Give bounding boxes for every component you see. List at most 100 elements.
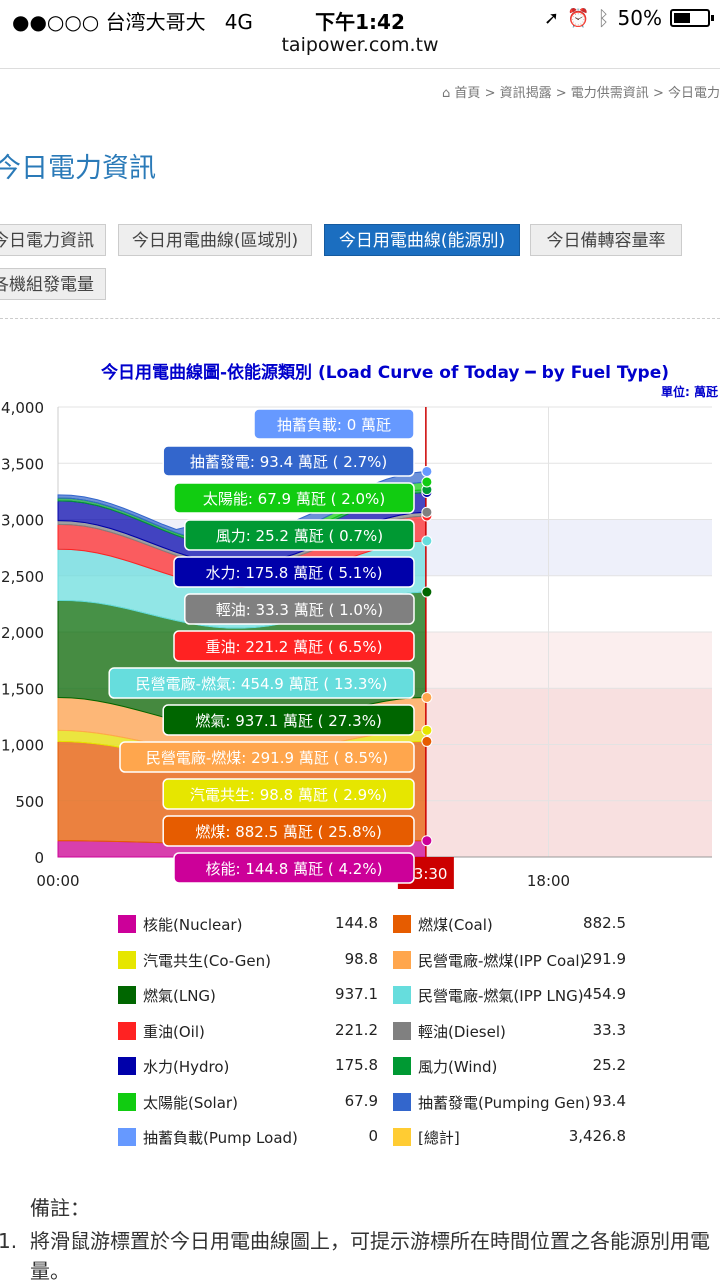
y-tick-label: 500: [15, 793, 44, 811]
data-point: [421, 465, 433, 477]
battery-icon: [670, 9, 714, 27]
legend-swatch: [393, 950, 411, 969]
legend-swatch: [118, 1021, 136, 1040]
tooltip-label: 風力: 25.2 萬瓩 ( 0.7%): [216, 527, 383, 545]
legend-value: 454.9: [583, 985, 626, 1003]
y-tick-label: 3,000: [1, 512, 44, 530]
legend-swatch: [118, 986, 136, 1004]
data-point: [421, 586, 433, 598]
tooltip-label: 抽蓄負載: 0 萬瓩: [277, 416, 391, 434]
data-point: [421, 735, 433, 747]
legend-name: 太陽能(Solar): [143, 1093, 238, 1112]
legend-item[interactable]: 燃氣(LNG) 937.1: [118, 983, 383, 1007]
legend-value: 93.4: [592, 1091, 626, 1110]
legend-item[interactable]: 風力(Wind) 25.2: [393, 1054, 658, 1078]
tab-today-power[interactable]: 今日電力資訊: [0, 224, 106, 256]
tooltip-label: 輕油: 33.3 萬瓩 ( 1.0%): [216, 601, 383, 619]
breadcrumb-item[interactable]: 電力供需資訊: [571, 86, 649, 101]
tooltip-label: 民營電廠-燃氣: 454.9 萬瓩 ( 13.3%): [136, 675, 388, 693]
legend-name: 水力(Hydro): [143, 1058, 230, 1076]
legend-swatch: [393, 915, 411, 933]
legend-item[interactable]: [總計] 3,426.8: [393, 1125, 658, 1149]
tooltip-label: 水力: 175.8 萬瓩 ( 5.1%): [206, 564, 383, 582]
bluetooth-icon: ᛒ: [597, 6, 610, 30]
y-tick-label: 1,000: [1, 737, 44, 755]
legend-name: 燃氣(LNG): [143, 987, 216, 1005]
legend-value: 291.9: [583, 949, 626, 968]
x-tick-label: 00:00: [36, 872, 79, 890]
legend-value: 221.2: [335, 1020, 378, 1039]
notes-title: 備註：: [30, 1196, 90, 1220]
legend-name: 抽蓄負載(Pump Load): [143, 1129, 298, 1147]
tab-reserve-margin[interactable]: 今日備轉容量率: [530, 224, 682, 256]
note-number: 1.: [0, 1229, 18, 1253]
legend-value: 3,426.8: [568, 1127, 626, 1145]
tooltip-label: 燃氣: 937.1 萬瓩 ( 27.3%): [195, 712, 381, 730]
divider: [0, 68, 720, 69]
divider: [0, 318, 720, 319]
tooltip-label: 太陽能: 67.9 萬瓩 ( 2.0%): [203, 490, 385, 508]
legend-swatch: [118, 1128, 136, 1146]
legend-item[interactable]: 水力(Hydro) 175.8: [118, 1054, 383, 1078]
legend-value: 33.3: [592, 1020, 626, 1039]
tab-load-curve-region[interactable]: 今日用電曲線(區域別): [118, 224, 312, 256]
home-icon: ⌂: [442, 86, 451, 101]
tooltip-label: 燃煤: 882.5 萬瓩 ( 25.8%): [195, 823, 381, 841]
legend-swatch: [118, 1092, 136, 1111]
legend-value: 882.5: [583, 914, 626, 932]
legend-value: 25.2: [592, 1056, 626, 1074]
legend-item[interactable]: 抽蓄發電(Pumping Gen) 93.4: [393, 1090, 658, 1114]
legend-item[interactable]: 太陽能(Solar) 67.9: [118, 1090, 383, 1114]
location-icon: ➚: [544, 7, 560, 29]
legend-swatch: [393, 1057, 411, 1075]
legend-value: 98.8: [344, 949, 378, 968]
tooltip-label: 抽蓄發電: 93.4 萬瓩 ( 2.7%): [190, 453, 387, 471]
tab-load-curve-fuel[interactable]: 今日用電曲線(能源別): [324, 224, 520, 256]
y-tick-label: 2,500: [1, 568, 44, 586]
tooltip-label: 民營電廠-燃煤: 291.9 萬瓩 ( 8.5%): [146, 749, 388, 767]
legend-item[interactable]: 民營電廠-燃氣(IPP LNG) 454.9: [393, 983, 658, 1007]
url-bar[interactable]: taipower.com.tw: [0, 34, 720, 56]
breadcrumb-item[interactable]: 今日電力: [668, 86, 720, 101]
alarm-icon: ⏰: [567, 7, 590, 29]
legend-name: 核能(Nuclear): [143, 916, 243, 934]
legend-value: 0: [368, 1127, 378, 1145]
tooltip-label: 汽電共生: 98.8 萬瓩 ( 2.9%): [190, 786, 387, 804]
legend-item[interactable]: 輕油(Diesel) 33.3: [393, 1019, 658, 1043]
legend-value: 937.1: [335, 985, 378, 1003]
data-point: [421, 476, 433, 488]
legend-swatch: [393, 1128, 411, 1146]
legend-swatch: [393, 1092, 411, 1111]
data-point: [421, 691, 433, 703]
battery-percent: 50%: [617, 6, 662, 30]
tab-unit-generation[interactable]: 各機組發電量: [0, 268, 106, 300]
data-point: [421, 535, 433, 547]
load-curve-chart[interactable]: 4,0003,5003,0002,5002,0001,5001,00050000…: [0, 395, 720, 895]
legend-swatch: [393, 1021, 411, 1040]
chart-title: 今日用電曲線圖-依能源類別 (Load Curve of Today ━ by …: [100, 363, 670, 383]
breadcrumb-home[interactable]: 首頁: [454, 86, 480, 101]
tooltip-label: 核能: 144.8 萬瓩 ( 4.2%): [206, 860, 383, 878]
y-tick-label: 3,500: [1, 455, 44, 473]
breadcrumb-item[interactable]: 資訊揭露: [500, 86, 552, 101]
legend-value: 144.8: [335, 914, 378, 932]
x-tick-label: 18:00: [527, 872, 570, 890]
note-text: 將滑鼠游標置於今日用電曲線圖上，可提示游標所在時間位置之各能源別用電量。: [30, 1229, 710, 1283]
page-title: 今日電力資訊: [0, 153, 156, 184]
data-point: [421, 506, 433, 518]
legend-item[interactable]: 汽電共生(Co-Gen) 98.8: [118, 948, 383, 972]
legend-item[interactable]: 重油(Oil) 221.2: [118, 1019, 383, 1043]
legend-swatch: [118, 1057, 136, 1075]
y-tick-label: 0: [34, 849, 44, 867]
legend-name: 風力(Wind): [418, 1058, 498, 1076]
legend-name: 輕油(Diesel): [418, 1022, 506, 1041]
legend-name: 汽電共生(Co-Gen): [143, 951, 271, 970]
data-point: [421, 835, 433, 847]
legend-item[interactable]: 核能(Nuclear) 144.8: [118, 912, 383, 936]
data-point: [421, 724, 433, 736]
legend-name: [總計]: [418, 1129, 460, 1147]
legend-item[interactable]: 燃煤(Coal) 882.5: [393, 912, 658, 936]
legend-item[interactable]: 民營電廠-燃煤(IPP Coal) 291.9: [393, 948, 658, 972]
legend-item[interactable]: 抽蓄負載(Pump Load) 0: [118, 1125, 383, 1149]
legend-swatch: [393, 986, 411, 1004]
